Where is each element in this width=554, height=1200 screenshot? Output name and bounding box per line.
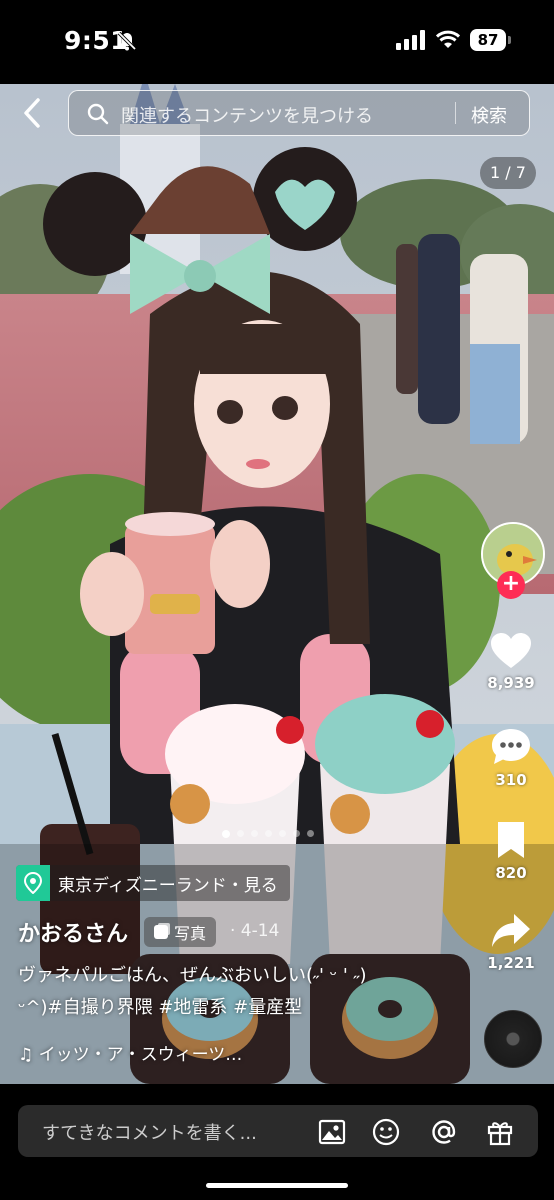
caption-line: ヴァネパルごはん、ぜんぶおいしい(˶' ᵕ ' ˶): [18, 965, 367, 986]
like-button[interactable]: 8,939: [481, 632, 541, 692]
post-caption[interactable]: ヴァネパルごはん、ぜんぶおいしい(˶' ᵕ ' ˶) ᵕ^)#自撮り界隈 #地雷…: [18, 960, 418, 1024]
location-pin-icon: [16, 865, 50, 901]
home-indicator[interactable]: [206, 1183, 348, 1188]
search-submit-button[interactable]: 検索: [471, 102, 507, 128]
location-tag[interactable]: 東京ディズニーランド・見る: [16, 865, 290, 901]
wifi-icon: [436, 30, 460, 48]
music-disc-icon[interactable]: [484, 1010, 542, 1068]
save-button[interactable]: 820: [481, 820, 541, 882]
share-button[interactable]: 1,221: [481, 912, 541, 972]
battery-level: 87: [470, 29, 506, 51]
carousel-dot[interactable]: [251, 830, 258, 837]
comment-count: 310: [495, 771, 527, 789]
search-icon: [87, 103, 109, 125]
carousel-indicator: [222, 823, 321, 838]
status-bar: 9:51 87: [0, 0, 554, 84]
comment-button[interactable]: 310: [481, 727, 541, 789]
author-name[interactable]: かおるさん: [18, 916, 128, 948]
carousel-dot[interactable]: [265, 830, 272, 837]
carousel-dot[interactable]: [279, 830, 286, 837]
photo-badge-label: 写真: [174, 924, 207, 943]
comment-input[interactable]: すてきなコメントを書く...: [18, 1105, 538, 1157]
share-icon: [492, 914, 530, 947]
comment-placeholder: すてきなコメントを書く...: [42, 1123, 257, 1144]
carousel-dot[interactable]: [293, 830, 300, 837]
music-title[interactable]: ♫ イッツ・ア・スウィーツ…: [18, 1040, 242, 1065]
bell-off-icon: [117, 31, 137, 51]
battery-tip: [508, 36, 511, 44]
comment-icon: [492, 729, 530, 764]
location-text: 東京ディズニーランド・見る: [58, 875, 278, 896]
carousel-dot[interactable]: [222, 829, 230, 838]
post-date: · 4-14: [230, 921, 280, 941]
search-divider: [455, 102, 456, 124]
bookmark-icon: [498, 822, 524, 858]
caption-line: ᵕ^)#自撮り界隈 #地雷系 #量産型: [18, 997, 303, 1018]
follow-button[interactable]: +: [497, 571, 525, 599]
page-counter: 1 / 7: [480, 157, 536, 189]
photo-stack-icon: [154, 925, 168, 939]
gift-icon[interactable]: [486, 1118, 514, 1146]
emoji-icon[interactable]: [372, 1118, 400, 1146]
image-icon[interactable]: [318, 1118, 346, 1146]
heart-icon: [491, 633, 531, 668]
share-count: 1,221: [487, 954, 535, 972]
search-placeholder: 関連するコンテンツを見つける: [121, 106, 373, 127]
mention-icon[interactable]: [430, 1118, 458, 1146]
save-count: 820: [495, 864, 527, 882]
search-bar[interactable]: 関連するコンテンツを見つける 検索: [68, 90, 530, 136]
carousel-dot[interactable]: [307, 830, 314, 837]
carousel-dot[interactable]: [237, 830, 244, 837]
like-count: 8,939: [487, 674, 535, 692]
signal-icon: [396, 30, 425, 50]
back-arrow-icon[interactable]: [18, 96, 48, 130]
photo-badge: 写真: [144, 917, 217, 947]
